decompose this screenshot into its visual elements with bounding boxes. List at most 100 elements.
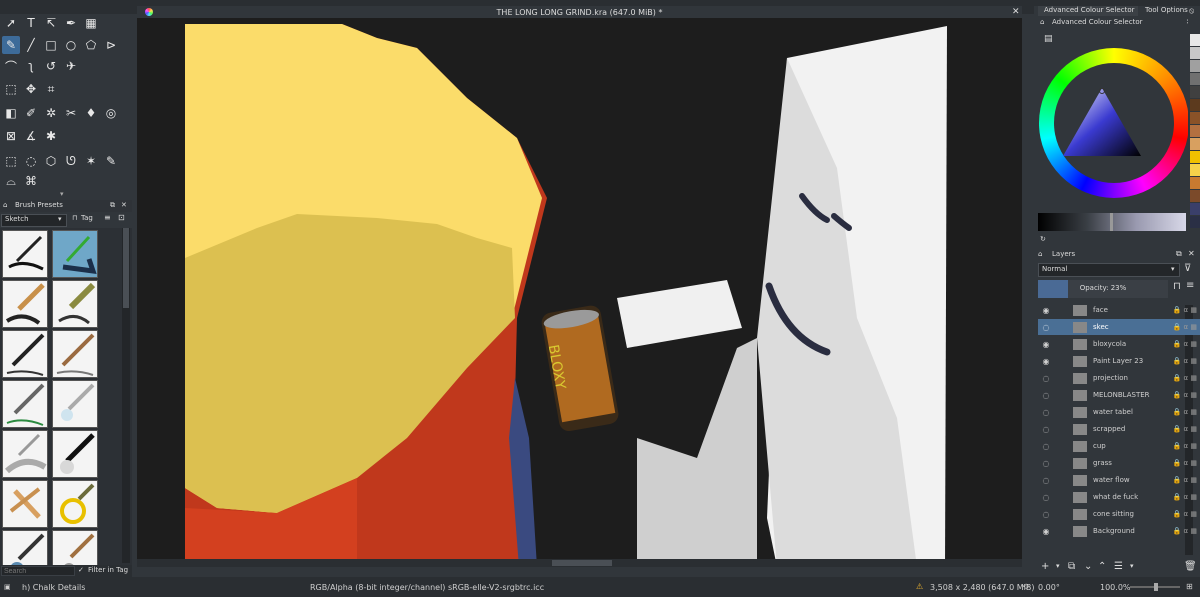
layer-row[interactable]: ◉ face 🔒 α ▦	[1038, 302, 1200, 318]
layer-row[interactable]: ◌ scrapped 🔒 α ▦	[1038, 421, 1200, 437]
enclose-fill-icon[interactable]: ◎	[102, 104, 120, 122]
layer-flags-icon[interactable]: 🔒 α ▦	[1163, 391, 1197, 399]
layers-menu-icon[interactable]: ≡	[1186, 280, 1194, 291]
colour-swatch[interactable]	[1190, 203, 1200, 215]
layer-row[interactable]: ◌ cone sitting 🔒 α ▦	[1038, 506, 1200, 522]
filter-in-tag-checkbox[interactable]: ✓	[78, 566, 84, 574]
brush-preset-7[interactable]	[2, 380, 48, 428]
layer-visibility-icon[interactable]: ◌	[1041, 476, 1051, 485]
colour-swatch[interactable]	[1190, 86, 1200, 98]
layer-flags-icon[interactable]: 🔒 α ▦	[1163, 340, 1197, 348]
layer-row[interactable]: ◌ projection 🔒 α ▦	[1038, 370, 1200, 386]
similar-select-icon[interactable]: ✎	[102, 152, 120, 170]
colorize-mask-icon[interactable]: ✂	[62, 104, 80, 122]
brush-preset-1[interactable]	[2, 230, 48, 278]
delete-layer-icon[interactable]: 🗑	[1184, 561, 1197, 572]
colour-swatch[interactable]	[1190, 47, 1200, 59]
layer-properties-menu-icon[interactable]: ▾	[1130, 562, 1134, 570]
layer-flags-icon[interactable]: 🔒 α ▦	[1163, 374, 1197, 382]
brush-preset-3[interactable]	[2, 280, 48, 328]
layer-row[interactable]: ◉ Paint Layer 23 🔒 α ▦	[1038, 353, 1200, 369]
brush-preset-5[interactable]	[2, 330, 48, 378]
colour-swatch[interactable]	[1190, 73, 1200, 85]
layer-row[interactable]: ◌ cup 🔒 α ▦	[1038, 438, 1200, 454]
layer-visibility-icon[interactable]: ◌	[1041, 374, 1051, 383]
colour-swatch[interactable]	[1190, 190, 1200, 202]
opacity-slider[interactable]: Opacity: 23%	[1038, 280, 1168, 298]
polyline-tool-icon[interactable]: ⊳	[102, 36, 120, 54]
layer-visibility-icon[interactable]: ◉	[1041, 357, 1051, 366]
tab-advanced-colour[interactable]: Advanced Colour Selector	[1038, 6, 1138, 16]
move-layer-down-icon[interactable]: ⌄	[1084, 561, 1092, 572]
colour-refresh-icon[interactable]: ↻	[1040, 235, 1046, 243]
smart-patch-icon[interactable]: ✲	[42, 104, 60, 122]
layer-flags-icon[interactable]: 🔒 α ▦	[1163, 408, 1197, 416]
layer-visibility-icon[interactable]: ◉	[1041, 340, 1051, 349]
color-picker-icon[interactable]: ✐	[22, 104, 40, 122]
layer-flags-icon[interactable]: 🔒 α ▦	[1163, 510, 1197, 518]
float-icon[interactable]: ⧉	[110, 201, 115, 210]
bezier-select-icon[interactable]: ⌓	[2, 172, 20, 190]
tag-icon[interactable]: ⊓	[72, 214, 77, 222]
colour-swatch[interactable]	[1190, 99, 1200, 111]
colour-swatch[interactable]	[1190, 164, 1200, 176]
brush-preset-4[interactable]	[52, 280, 98, 328]
layer-flags-icon[interactable]: 🔒 α ▦	[1163, 425, 1197, 433]
layer-row[interactable]: ◌ what de fuck 🔒 α ▦	[1038, 489, 1200, 505]
measure-icon[interactable]: ∡	[22, 127, 40, 145]
import-icon[interactable]: ⊡	[118, 213, 125, 222]
layer-row[interactable]: ◉ bloxycola 🔒 α ▦	[1038, 336, 1200, 352]
layer-row[interactable]: ◌ grass 🔒 α ▦	[1038, 455, 1200, 471]
duplicate-layer-icon[interactable]: ⧉	[1068, 561, 1075, 572]
layer-flags-icon[interactable]: 🔒 α ▦	[1163, 493, 1197, 501]
gradient-editor-icon[interactable]: ▦	[82, 14, 100, 32]
reference-images-icon[interactable]: ✱	[42, 127, 60, 145]
freehand-brush-icon[interactable]: ✎	[2, 36, 20, 54]
brush-preset-11[interactable]	[2, 480, 48, 528]
layer-row[interactable]: ◌ water tabel 🔒 α ▦	[1038, 404, 1200, 420]
colour-swatch[interactable]	[1190, 125, 1200, 137]
layer-visibility-icon[interactable]: ◌	[1041, 391, 1051, 400]
brush-preset-8[interactable]	[52, 380, 98, 428]
layer-visibility-icon[interactable]: ◌	[1041, 442, 1051, 451]
polygon-tool-icon[interactable]: ⬠	[82, 36, 100, 54]
ellipse-select-icon[interactable]: ◌	[22, 152, 40, 170]
layer-visibility-icon[interactable]: ◌	[1041, 425, 1051, 434]
blend-mode-select[interactable]: Normal ▾	[1038, 263, 1180, 277]
layer-visibility-icon[interactable]: ◌	[1041, 510, 1051, 519]
layer-visibility-icon[interactable]: ◌	[1041, 493, 1051, 502]
layer-visibility-icon[interactable]: ◌	[1041, 323, 1051, 332]
layer-flags-icon[interactable]: 🔒 α ▦	[1163, 459, 1197, 467]
fit-view-icon[interactable]: ⊞	[1186, 582, 1193, 591]
move-layer-up-icon[interactable]: ⌃	[1098, 561, 1106, 572]
toolbox-collapse-icon[interactable]: ▾	[60, 190, 70, 198]
layer-filter-icon[interactable]: ⊽	[1184, 263, 1191, 274]
brush-preset-10[interactable]	[52, 430, 98, 478]
close-document-icon[interactable]: ✕	[1012, 7, 1020, 17]
layer-flags-icon[interactable]: 🔒 α ▦	[1163, 323, 1197, 331]
layer-visibility-icon[interactable]: ◉	[1041, 527, 1051, 536]
assistant-icon[interactable]: ⊠	[2, 127, 20, 145]
layer-visibility-icon[interactable]: ◉	[1041, 306, 1051, 315]
calligraphy-icon[interactable]: ✒	[62, 14, 80, 32]
canvas[interactable]: BLOXY	[137, 18, 1022, 567]
crop-icon[interactable]: ⌗	[42, 80, 60, 98]
brush-preset-6[interactable]	[52, 330, 98, 378]
transform-icon[interactable]: ⬚	[2, 80, 20, 98]
brush-preset-9[interactable]	[2, 430, 48, 478]
brush-preset-12[interactable]	[52, 480, 98, 528]
colour-swatch[interactable]	[1190, 151, 1200, 163]
swatch-settings-icon[interactable]: ⦸	[1189, 6, 1194, 16]
text-tool-icon[interactable]: T	[22, 14, 40, 32]
magnetic-select-icon[interactable]: ⌘	[22, 172, 40, 190]
layer-flags-icon[interactable]: 🔒 α ▦	[1163, 306, 1197, 314]
bezier-curve-icon[interactable]: ⌒	[2, 57, 20, 75]
contiguous-select-icon[interactable]: ✶	[82, 152, 100, 170]
layer-row[interactable]: ◌ MELONBLASTER 🔒 α ▦	[1038, 387, 1200, 403]
colour-swatch[interactable]	[1190, 216, 1200, 228]
fill-icon[interactable]: ♦	[82, 104, 100, 122]
freehand-select-icon[interactable]: ᘎ	[62, 152, 80, 170]
select-shapes-icon[interactable]: ➚	[2, 14, 20, 32]
list-view-icon[interactable]: ≡	[104, 213, 111, 222]
brush-search-input[interactable]	[1, 566, 75, 576]
